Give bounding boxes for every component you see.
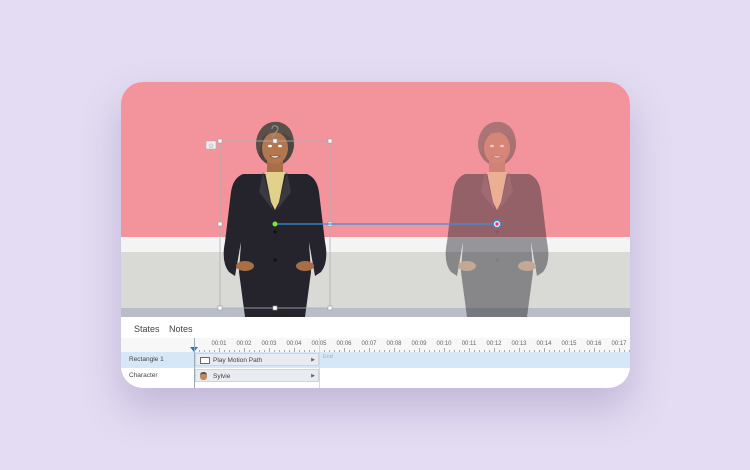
timeline-end-line — [319, 338, 320, 388]
timeline-ruler[interactable]: 00:0100:0200:0300:0400:0500:0600:0700:08… — [121, 338, 630, 352]
ruler-tick-label: 00:07 — [361, 341, 377, 347]
ruler-tick-label: 00:15 — [561, 341, 577, 347]
row-label: Character — [129, 372, 158, 379]
ruler-tick-label: 00:14 — [536, 341, 552, 347]
slide-stage[interactable]: ☆ — [121, 82, 630, 317]
bar-label: Sylvie — [213, 373, 231, 380]
expand-arrow-icon[interactable]: ▶ — [311, 373, 315, 379]
ruler-tick-label: 00:12 — [486, 341, 502, 347]
ruler-tick-label: 00:06 — [336, 341, 352, 347]
timeline-row-rectangle-1[interactable]: Rectangle 1 Play Motion Path ▶ End — [121, 352, 630, 368]
ruler-tick-label: 00:03 — [261, 341, 277, 347]
ruler-tick-label: 00:01 — [211, 341, 227, 347]
timeline-tabs: States Notes — [121, 317, 630, 338]
editor-card: ☆ States Notes 00:0100:0200:0300:0400:05… — [121, 82, 630, 388]
ruler-tick-label: 00:16 — [586, 341, 602, 347]
ruler-tick-label: 00:10 — [436, 341, 452, 347]
tab-states[interactable]: States — [134, 324, 160, 334]
rectangle-icon — [200, 357, 210, 364]
ruler-tick-label: 00:13 — [511, 341, 527, 347]
character-motion-end-ghost — [445, 121, 549, 317]
timeline-row-character[interactable]: Character Sylvie ▶ — [121, 368, 630, 384]
timeline-bar-sylvie[interactable]: Sylvie ▶ — [195, 369, 319, 382]
bar-label: Play Motion Path — [213, 357, 263, 364]
timeline-start-line — [194, 338, 195, 388]
motion-path-start-point[interactable] — [272, 221, 278, 227]
ruler-tick-label: 00:09 — [411, 341, 427, 347]
ruler-tick-label: 00:08 — [386, 341, 402, 347]
ruler-tick-label: 00:17 — [611, 341, 627, 347]
end-marker-label: End — [323, 354, 333, 360]
character-avatar-icon — [200, 372, 207, 380]
tab-notes[interactable]: Notes — [169, 324, 193, 334]
star-badge-icon[interactable]: ☆ — [205, 140, 217, 150]
character-sylvie[interactable] — [223, 121, 327, 317]
motion-path-end-dot — [495, 222, 499, 226]
svg-text:☆: ☆ — [208, 142, 214, 150]
expand-arrow-icon[interactable]: ▶ — [311, 357, 315, 363]
ruler-tick-label: 00:11 — [461, 341, 477, 347]
row-label: Rectangle 1 — [129, 356, 164, 363]
ruler-tick-label: 00:04 — [286, 341, 302, 347]
ruler-tick-label: 00:02 — [236, 341, 252, 347]
timeline-bar-play-motion-path[interactable]: Play Motion Path ▶ — [195, 353, 319, 366]
